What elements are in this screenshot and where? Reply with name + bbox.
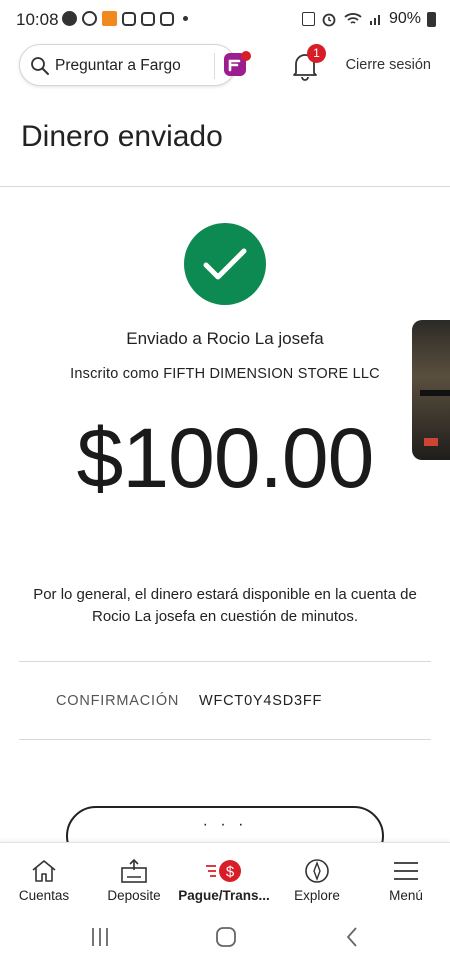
nav-label-pague-transfiera: Pague/Trans... — [178, 888, 270, 903]
home-button-icon[interactable] — [215, 926, 237, 948]
nav-item-deposite[interactable]: Deposite — [88, 843, 180, 911]
nav-label-menu: Menú — [389, 888, 423, 903]
fargo-logo-icon — [224, 51, 251, 76]
nfc-icon — [301, 12, 315, 26]
success-checkmark-icon — [184, 223, 266, 305]
system-icons: 90% — [301, 10, 436, 28]
nav-item-explore[interactable]: Explore — [272, 843, 362, 911]
nav-item-menu[interactable]: Menú — [362, 843, 450, 911]
ask-divider — [214, 53, 215, 79]
nav-label-cuentas: Cuentas — [18, 888, 70, 903]
nav-label-explore: Explore — [294, 888, 340, 903]
deposit-icon — [121, 858, 147, 883]
transfer-amount: $100.00 — [76, 411, 375, 505]
ask-fargo-button[interactable]: Preguntar a Fargo — [19, 44, 251, 86]
app-notification-icon — [102, 11, 117, 26]
instagram-icon-2 — [141, 11, 155, 26]
signal-icon — [369, 15, 380, 25]
search-icon — [31, 57, 49, 75]
bottom-navigation: Cuentas Deposite $ Pague/Trans... Explor… — [0, 842, 450, 910]
recent-apps-icon[interactable] — [90, 926, 110, 948]
confirmation-top-divider — [19, 661, 431, 662]
enrolled-as-text: Inscrito como FIFTH DIMENSION STORE LLC — [70, 366, 380, 382]
svg-text:$: $ — [226, 864, 235, 881]
wifi-icon — [344, 13, 362, 24]
status-time: 10:08 — [16, 10, 59, 29]
chat-notification-icon — [62, 11, 77, 26]
floating-video-thumbnail[interactable] — [412, 320, 450, 460]
home-icon — [32, 860, 56, 882]
alarm-icon — [322, 13, 336, 27]
ask-fargo-label: Preguntar a Fargo — [55, 57, 181, 74]
compass-icon — [305, 859, 329, 883]
nav-item-cuentas[interactable]: Cuentas — [0, 843, 88, 911]
action-button-partial-label: · · · — [202, 816, 248, 833]
confirmation-number: WFCT0Y4SD3FF — [199, 693, 323, 709]
thumbnail-shelf — [420, 390, 450, 396]
nav-item-pague-transfiera[interactable]: $ Pague/Trans... — [176, 843, 272, 911]
title-divider — [0, 186, 450, 187]
battery-icon — [427, 11, 436, 27]
status-bar: 10:08 90% — [0, 0, 450, 40]
recipient-text: Enviado a Rocio La josefa — [126, 329, 324, 348]
back-icon[interactable] — [344, 926, 360, 948]
nav-label-deposite: Deposite — [107, 888, 161, 903]
confirmation-label: CONFIRMACIÓN — [56, 693, 180, 709]
signout-link[interactable]: Cierre sesión — [346, 57, 431, 73]
confirmation-bottom-divider — [19, 739, 431, 740]
android-navigation-bar — [0, 910, 450, 965]
page-title: Dinero enviado — [21, 120, 223, 153]
instagram-icon — [122, 11, 136, 26]
pay-transfer-icon: $ — [206, 860, 241, 882]
whatsapp-icon — [82, 11, 97, 26]
notification-icons — [62, 11, 188, 26]
thumbnail-red-object — [424, 438, 438, 446]
hamburger-icon — [394, 862, 418, 880]
instagram-icon-3 — [160, 11, 174, 26]
notifications-badge: 1 — [307, 44, 326, 63]
more-notifications-dot — [183, 16, 188, 21]
app-header: Preguntar a Fargo 1 Cierre sesión — [0, 44, 450, 88]
availability-notice: Por lo general, el dinero estará disponi… — [33, 586, 417, 625]
battery-percent: 90% — [388, 10, 421, 27]
